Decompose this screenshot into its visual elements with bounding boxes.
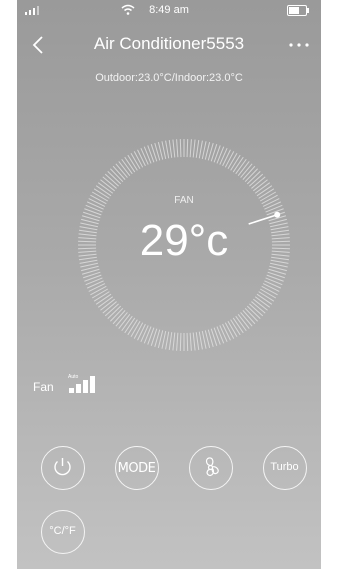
dial-tick: [222, 149, 231, 167]
dial-tick: [88, 283, 106, 292]
mode-button[interactable]: MODE: [115, 446, 159, 490]
dial-tick: [168, 332, 173, 351]
dial-tick: [195, 139, 200, 158]
dial-tick: [262, 283, 280, 292]
dial-tick: [176, 332, 179, 351]
outdoor-indoor-temperature: Outdoor:23.0°C/Indoor:23.0°C: [95, 72, 243, 84]
status-time: 8:49 am: [149, 4, 189, 16]
dial-tick: [224, 322, 235, 339]
dial-tick: [192, 139, 196, 158]
dial-tick: [261, 285, 278, 296]
dial-tick: [133, 322, 144, 339]
dial-tick: [201, 330, 207, 349]
dial-tick: [216, 146, 225, 164]
dial-tick: [85, 204, 103, 213]
dial-tick: [224, 151, 235, 168]
dial-tick: [219, 325, 228, 343]
dial-tick: [189, 139, 192, 158]
dial-tick: [140, 325, 149, 343]
dial-tick: [201, 141, 207, 160]
temperature-unit-button[interactable]: °C/°F: [41, 510, 85, 554]
fan-speed-bars-icon: [69, 376, 95, 393]
dial-tick: [172, 332, 176, 351]
dial-tick: [168, 139, 173, 158]
page-title: Air Conditioner5553: [93, 34, 245, 53]
dial-tick: [133, 151, 144, 168]
dial-tick: [143, 146, 152, 164]
back-chevron-icon[interactable]: [31, 34, 45, 56]
dial-tick: [195, 332, 200, 351]
dial-tick: [192, 332, 196, 351]
current-mode-label: FAN: [174, 195, 194, 206]
dial-tick: [265, 204, 283, 213]
dial-tick: [143, 326, 152, 344]
turbo-button[interactable]: Turbo: [263, 446, 307, 490]
dial-tick: [165, 140, 170, 159]
dial-tick: [219, 147, 228, 165]
set-temperature: 29°c: [139, 216, 229, 265]
dial-tick: [179, 139, 182, 158]
battery-icon: [287, 5, 309, 16]
dial-tick: [216, 326, 225, 344]
dial-tick: [137, 323, 146, 341]
dial-tick: [186, 139, 189, 158]
dial-tick: [140, 147, 149, 165]
temperature-dial[interactable]: FAN 29°c: [74, 135, 294, 355]
dial-tick: [189, 332, 192, 351]
power-icon: [54, 458, 71, 476]
fan-icon: [205, 457, 219, 477]
more-options-icon[interactable]: [287, 40, 311, 50]
dial-tick: [198, 331, 203, 350]
dial-tick: [222, 323, 231, 341]
dial-tick: [165, 331, 170, 350]
app-screen: 8:49 am Air Conditioner5553 Outdoor:23.0…: [17, 0, 321, 569]
turbo-button-label: Turbo: [270, 461, 299, 473]
dial-tick: [179, 332, 182, 351]
dial-tick: [137, 149, 146, 167]
dial-tick: [172, 139, 176, 158]
control-buttons: MODE Turbo: [17, 443, 321, 503]
dial-tick: [264, 280, 282, 289]
fan-button[interactable]: [189, 446, 233, 490]
dial-tick: [176, 139, 179, 158]
dial-tick: [265, 277, 283, 286]
temperature-unit-label: °C/°F: [49, 525, 76, 537]
mode-button-label: MODE: [117, 461, 156, 476]
dial-tick: [186, 332, 189, 351]
dial-tick: [90, 285, 107, 296]
dial-tick: [198, 140, 203, 159]
dial-tick: [161, 330, 167, 349]
status-bar: 8:49 am: [17, 0, 321, 22]
dial-tick: [161, 141, 167, 160]
dial-tick: [85, 277, 103, 286]
dial-tick: [86, 280, 104, 289]
power-button[interactable]: [41, 446, 85, 490]
